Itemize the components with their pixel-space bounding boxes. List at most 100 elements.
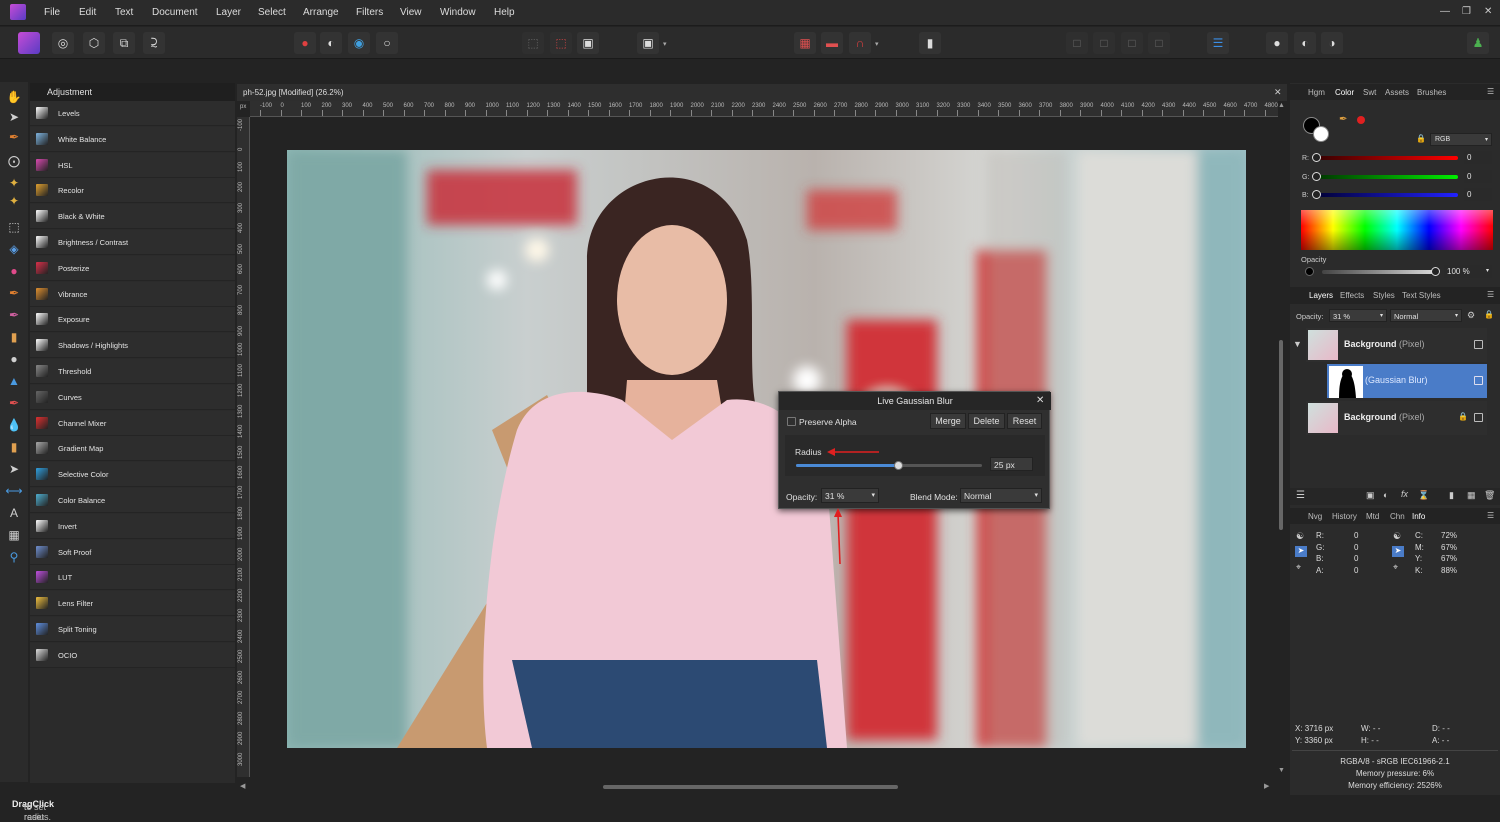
adjustment-item[interactable]: Levels: [30, 101, 235, 126]
boolean-add-icon[interactable]: ●: [1266, 32, 1288, 54]
layers-panel-menu-icon[interactable]: ☰: [1487, 290, 1494, 299]
menu-layer[interactable]: Layer: [216, 7, 241, 18]
assistant-icon[interactable]: ▮: [919, 32, 941, 54]
info-panel-menu-icon[interactable]: ☰: [1487, 511, 1494, 520]
adjustment-item[interactable]: Lens Filter: [30, 591, 235, 617]
mask-layer-icon[interactable]: ▣: [1366, 490, 1375, 501]
no-color-swatch[interactable]: [1357, 116, 1365, 124]
radius-input[interactable]: 25 px: [990, 457, 1033, 471]
tab-text-styles[interactable]: Text Styles: [1402, 291, 1441, 300]
develop-persona-icon[interactable]: ⬡: [83, 32, 105, 54]
eyedropper-icon[interactable]: ✒: [1339, 114, 1347, 125]
crop-tool-icon[interactable]: ⨀: [5, 152, 23, 170]
tab-info[interactable]: Info: [1412, 512, 1425, 521]
adjustment-item[interactable]: Curves: [30, 384, 235, 410]
blend-mode-dropdown[interactable]: Normal ▾: [960, 488, 1042, 503]
horizontal-scrollbar-thumb[interactable]: [603, 785, 898, 789]
menu-document[interactable]: Document: [152, 7, 198, 18]
auto-colors-icon[interactable]: ◉: [348, 32, 370, 54]
r-slider[interactable]: [1314, 156, 1458, 160]
adjustment-item[interactable]: White Balance: [30, 126, 235, 152]
arrange-back-icon[interactable]: □: [1066, 32, 1088, 54]
adjustment-item[interactable]: Vibrance: [30, 281, 235, 307]
invert-selection-icon[interactable]: ▣: [577, 32, 599, 54]
g-input[interactable]: 0: [1464, 170, 1492, 183]
merge-button[interactable]: Merge: [930, 413, 966, 429]
canvas-photo[interactable]: [287, 150, 1246, 748]
deselect-icon[interactable]: ⬚: [550, 32, 572, 54]
cmyk-mode-icon[interactable]: ☯: [1393, 531, 1401, 542]
b-input[interactable]: 0: [1464, 188, 1492, 201]
tab-assets[interactable]: Assets: [1385, 88, 1409, 97]
boolean-subtract-icon[interactable]: ◐: [1294, 32, 1316, 54]
layers-stack-icon[interactable]: ☰: [1296, 490, 1305, 501]
tone-mapping-persona-icon[interactable]: ⧉: [113, 32, 135, 54]
g-slider-handle[interactable]: [1312, 172, 1321, 181]
adjustment-item[interactable]: LUT: [30, 565, 235, 591]
adjustment-item[interactable]: Exposure: [30, 307, 235, 333]
r-slider-handle[interactable]: [1312, 153, 1321, 162]
tab-styles[interactable]: Styles: [1373, 291, 1395, 300]
adjustment-item[interactable]: Soft Proof: [30, 539, 235, 565]
layer-locked-icon[interactable]: 🔒: [1458, 412, 1468, 421]
adjustment-item[interactable]: Threshold: [30, 359, 235, 384]
layer-row-background-locked[interactable]: Background (Pixel) 🔒: [1306, 401, 1487, 435]
color-opacity-slider[interactable]: [1322, 270, 1438, 274]
scroll-up-icon[interactable]: ▲: [1278, 102, 1285, 109]
secondary-color-swatch[interactable]: [1313, 126, 1329, 142]
layer-visibility-checkbox[interactable]: [1474, 413, 1483, 422]
menu-arrange[interactable]: Arrange: [303, 7, 339, 18]
dodge-brush-tool-icon[interactable]: ●: [5, 350, 23, 368]
adjustment-item[interactable]: Selective Color: [30, 462, 235, 488]
flood-select-tool-icon[interactable]: ✦: [5, 192, 23, 210]
delete-layer-icon[interactable]: 🗑: [1484, 490, 1495, 501]
menu-filters[interactable]: Filters: [356, 7, 383, 18]
fx-icon[interactable]: fx: [1401, 489, 1408, 499]
adjustment-item[interactable]: HSL: [30, 152, 235, 178]
photo-persona-icon[interactable]: [18, 32, 40, 54]
layer-lock-icon[interactable]: 🔒: [1484, 310, 1494, 319]
snapping-icon[interactable]: ▦: [794, 32, 816, 54]
adjustment-item[interactable]: Channel Mixer: [30, 410, 235, 436]
adjustment-item[interactable]: OCIO: [30, 642, 235, 668]
boolean-intersect-icon[interactable]: ◑: [1321, 32, 1343, 54]
filter-visibility-checkbox[interactable]: [1474, 376, 1483, 385]
align-icon[interactable]: ☰: [1207, 32, 1229, 54]
layer-blend-dropdown[interactable]: Normal ▾: [1390, 309, 1462, 322]
move-tool-icon[interactable]: ➤: [5, 108, 23, 126]
restore-icon[interactable]: ❐: [1462, 6, 1471, 17]
radius-slider[interactable]: [796, 461, 982, 470]
auto-contrast-icon[interactable]: ◐: [320, 32, 342, 54]
tab-color[interactable]: Color: [1335, 88, 1354, 97]
color-model-dropdown[interactable]: RGB ▾: [1430, 133, 1492, 146]
g-slider[interactable]: [1314, 175, 1458, 179]
selection-brush-tool-icon[interactable]: ✦: [5, 174, 23, 192]
b-slider[interactable]: [1314, 193, 1458, 197]
menu-help[interactable]: Help: [494, 7, 515, 18]
crosshair-icon[interactable]: ⌖: [1296, 562, 1301, 573]
gradient-tool-icon[interactable]: ●: [5, 262, 23, 280]
scroll-down-icon[interactable]: ▼: [1278, 767, 1285, 774]
shape-tool-icon[interactable]: ▦: [5, 526, 23, 544]
force-pixel-alignment-icon[interactable]: ▬: [821, 32, 843, 54]
tab-brushes[interactable]: Brushes: [1417, 88, 1446, 97]
color-panel-menu-icon[interactable]: ☰: [1487, 87, 1494, 96]
pen-tool-icon[interactable]: ⟷: [5, 482, 23, 500]
paint-mixer-brush-icon[interactable]: ✒: [5, 306, 23, 324]
scroll-left-icon[interactable]: ◀: [240, 782, 245, 790]
reset-button[interactable]: Reset: [1007, 413, 1042, 429]
arrange-backward-icon[interactable]: □: [1093, 32, 1115, 54]
adjustment-item[interactable]: Color Balance: [30, 488, 235, 513]
adjustment-item[interactable]: Black & White: [30, 204, 235, 230]
liquify-persona-icon[interactable]: ◎: [52, 32, 74, 54]
color-opacity-handle[interactable]: [1431, 267, 1440, 276]
live-filter-icon[interactable]: ⌛: [1418, 490, 1429, 501]
pointer-source-icon-2[interactable]: ➤: [1392, 546, 1404, 557]
color-opacity-input[interactable]: 100 % ▾: [1444, 265, 1492, 278]
lock-icon[interactable]: 🔒: [1416, 134, 1426, 143]
layer-opacity-dropdown[interactable]: 31 % ▾: [1329, 309, 1387, 322]
crosshair-icon-2[interactable]: ⌖: [1393, 562, 1398, 573]
flood-fill-tool-icon[interactable]: ◈: [5, 240, 23, 258]
layer-row-gaussian-blur[interactable]: (Gaussian Blur): [1327, 364, 1487, 398]
dialog-close-icon[interactable]: ✕: [1036, 395, 1044, 406]
